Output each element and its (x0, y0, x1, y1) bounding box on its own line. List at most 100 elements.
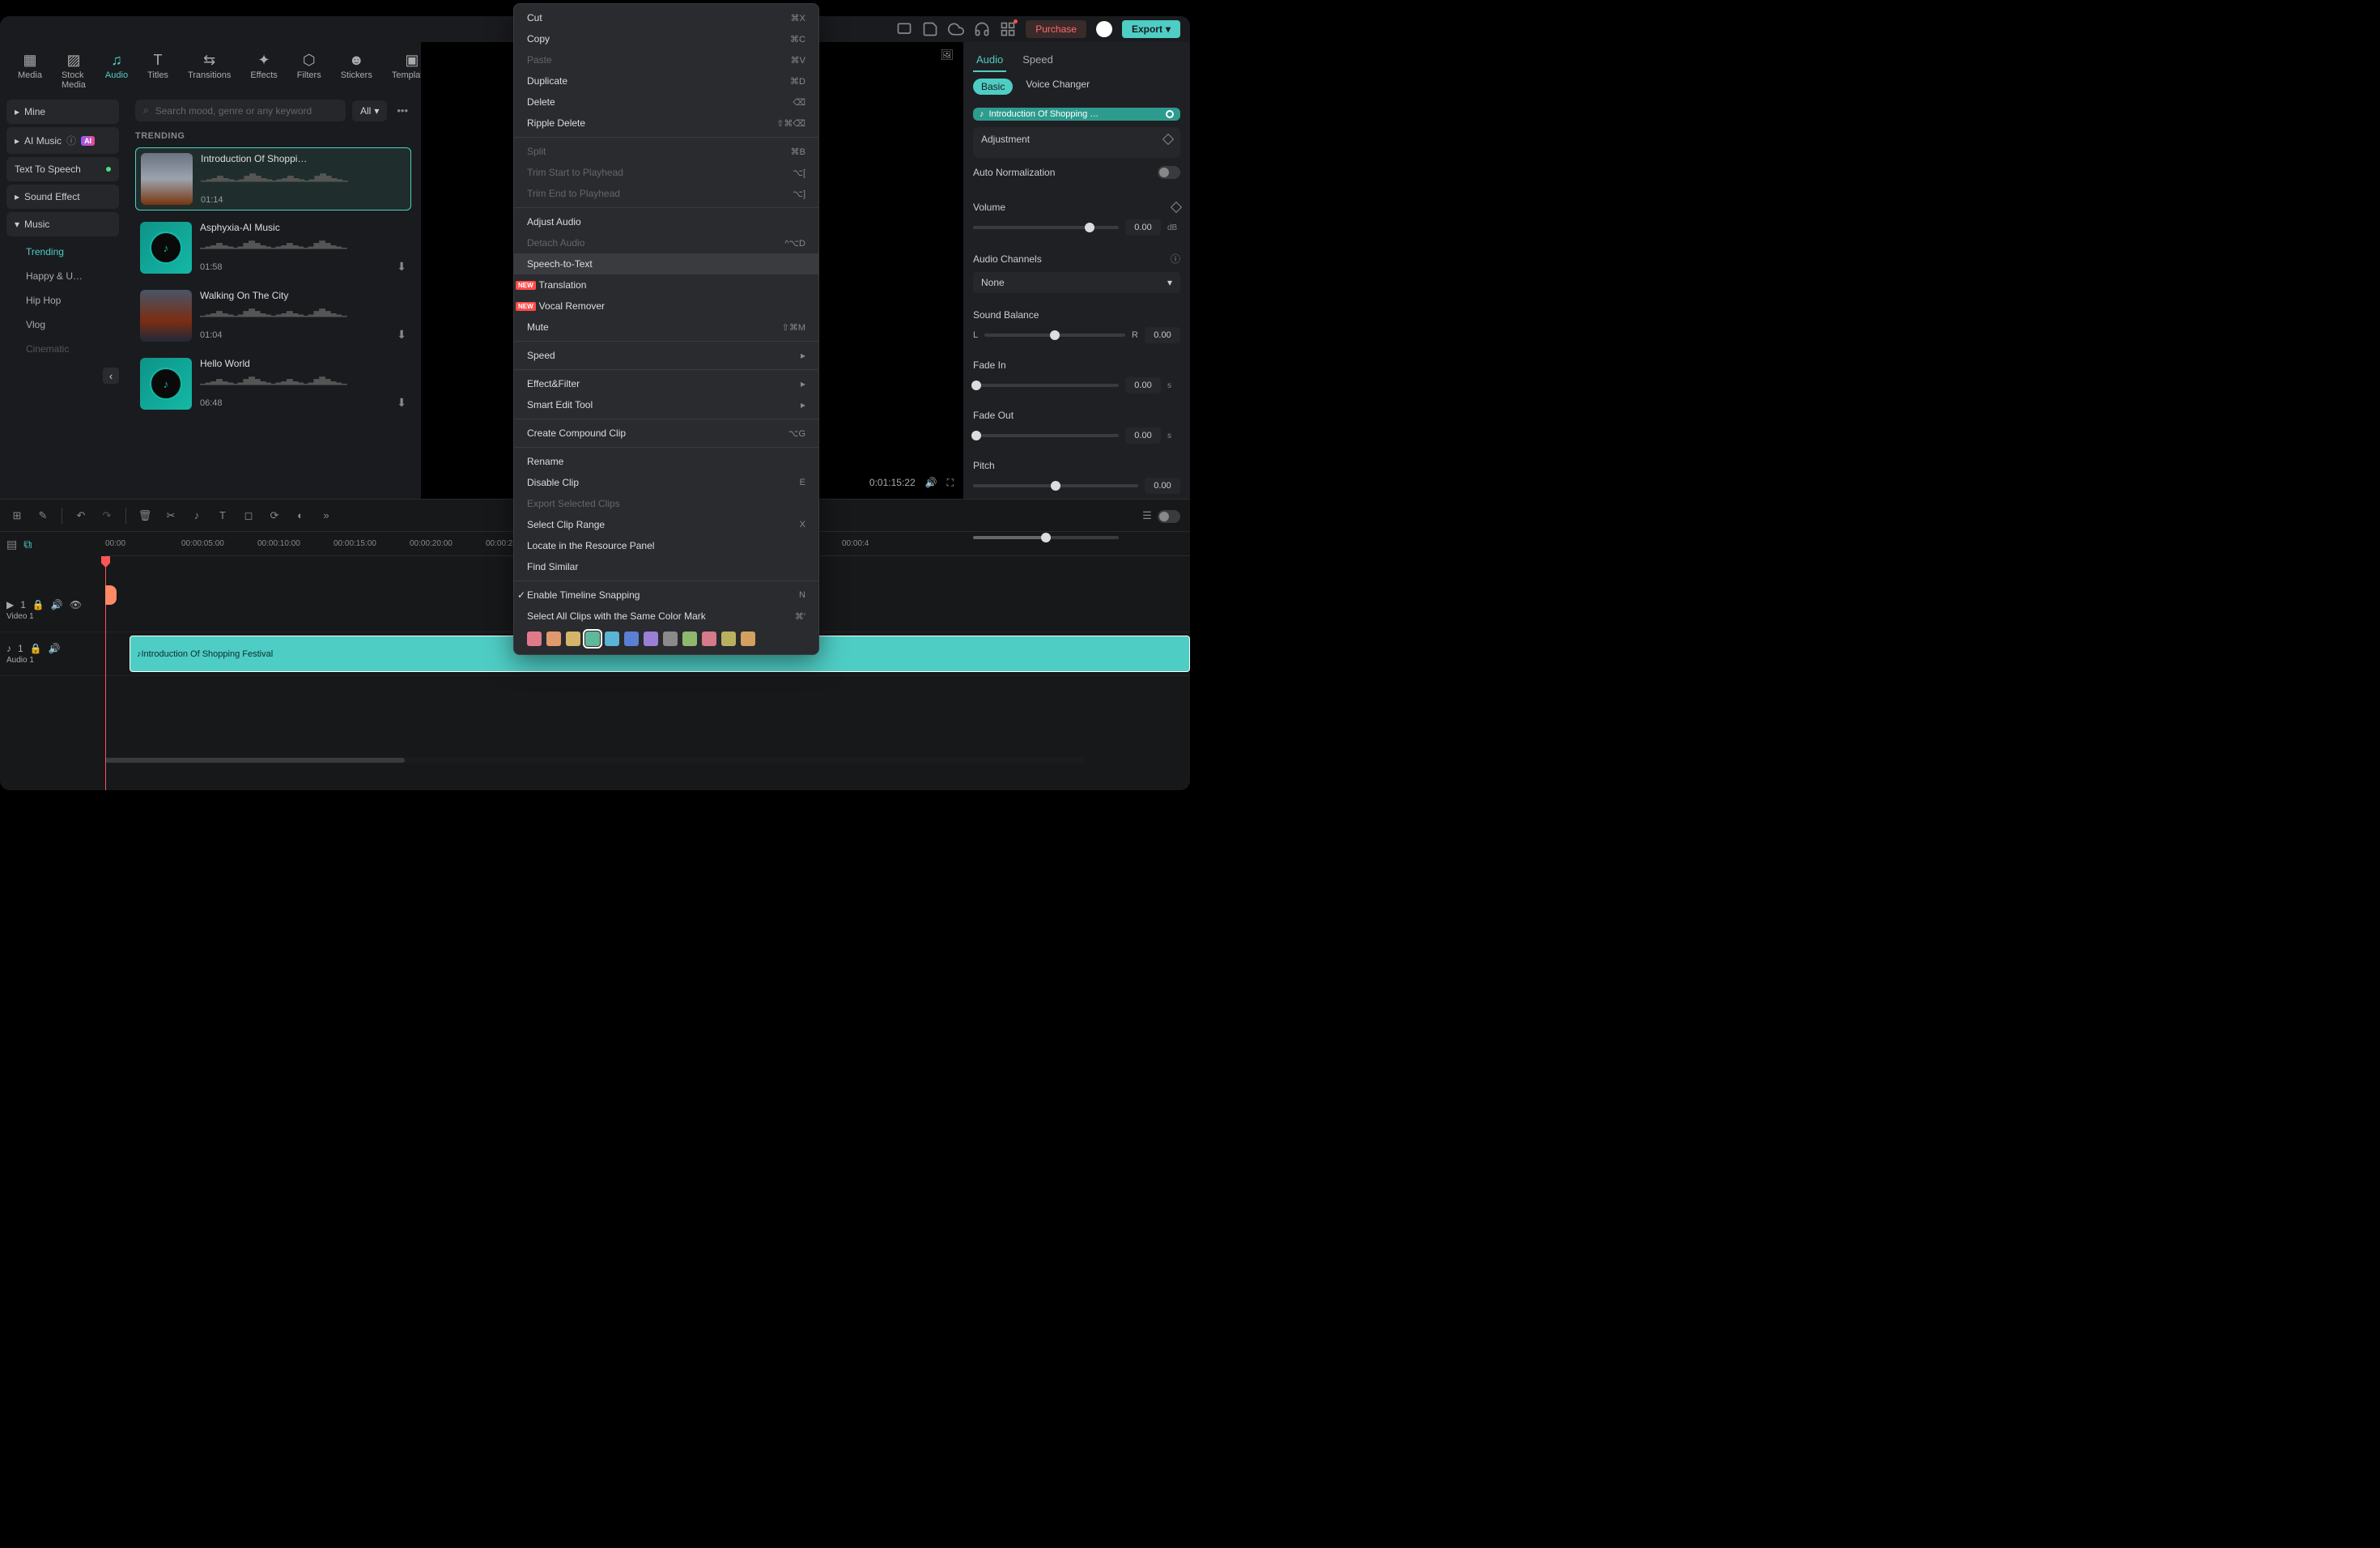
fadeout-value[interactable]: 0.00 (1125, 427, 1161, 444)
menu-duplicate[interactable]: Duplicate⌘D (514, 70, 818, 91)
menu-select-color[interactable]: Select All Clips with the Same Color Mar… (514, 606, 818, 627)
inspector-tab-audio[interactable]: Audio (973, 49, 1006, 72)
menu-locate[interactable]: Locate in the Resource Panel (514, 535, 818, 556)
purchase-button[interactable]: Purchase (1026, 20, 1086, 38)
color-swatch[interactable] (702, 632, 716, 646)
eye-icon[interactable]: 👁 (70, 599, 82, 610)
tab-stickers[interactable]: ☻Stickers (333, 49, 380, 93)
speed-icon[interactable]: ⟳ (267, 508, 282, 523)
color-swatch[interactable] (721, 632, 736, 646)
tab-transitions[interactable]: ⇆Transitions (180, 49, 239, 93)
crop-icon[interactable]: ◻ (241, 508, 256, 523)
cloud-icon[interactable] (948, 21, 964, 37)
menu-ai-vocal[interactable]: NEWAI Vocal Remover (514, 296, 818, 317)
download-icon[interactable]: ⬇ (397, 396, 406, 410)
menu-rename[interactable]: Rename (514, 451, 818, 472)
subtab-voice-changer[interactable]: Voice Changer (1026, 79, 1090, 95)
volume-slider[interactable] (973, 226, 1119, 229)
playhead-handle[interactable] (105, 585, 117, 605)
help-icon[interactable]: ⓘ (1171, 252, 1180, 266)
color-swatch[interactable] (741, 632, 755, 646)
menu-copy[interactable]: Copy⌘C (514, 28, 818, 49)
collapse-sidebar-button[interactable]: ‹ (103, 368, 119, 384)
volume-icon[interactable]: 🔊 (925, 477, 937, 488)
handle-icon[interactable] (1166, 110, 1174, 118)
layers-icon[interactable]: ▤ (6, 538, 17, 551)
delete-icon[interactable]: 🗑 (138, 508, 152, 523)
ducking-toggle[interactable] (1158, 510, 1180, 523)
menu-select-range[interactable]: Select Clip RangeX (514, 514, 818, 535)
pitch-value[interactable]: 0.00 (1145, 478, 1180, 494)
menu-disable-clip[interactable]: Disable ClipE (514, 472, 818, 493)
sidebar-sub-vlog[interactable]: Vlog (6, 313, 119, 337)
color-icon[interactable]: ◐ (293, 508, 308, 523)
balance-value[interactable]: 0.00 (1145, 327, 1180, 343)
cursor-tool-icon[interactable]: ✎ (36, 508, 50, 523)
volume-value[interactable]: 0.00 (1125, 219, 1161, 236)
tab-effects[interactable]: ✦Effects (242, 49, 285, 93)
color-swatch[interactable] (624, 632, 639, 646)
sidebar-sub-happy[interactable]: Happy & U… (6, 264, 119, 288)
save-icon[interactable] (922, 21, 938, 37)
menu-compound[interactable]: Create Compound Clip⌥G (514, 423, 818, 444)
sidebar-mine[interactable]: ▸Mine (6, 100, 119, 124)
lock-icon[interactable]: 🔒 (32, 599, 45, 610)
menu-ai-translation[interactable]: NEWAI Translation (514, 274, 818, 296)
sidebar-music[interactable]: ▾Music (6, 212, 119, 236)
color-swatch[interactable] (644, 632, 658, 646)
download-icon[interactable]: ⬇ (397, 328, 406, 342)
track-item[interactable]: Introduction Of Shoppi… ▁▂▃▅▃▂▁▂▅▇▅▃▂▁▂▃… (135, 147, 411, 211)
balance-slider[interactable] (984, 334, 1125, 337)
track-item[interactable]: ♪ Hello World ▁▂▃▅▃▂▁▂▅▇▅▃▂▁▂▃▅▃▂▁▂▅▇▅▃▂… (135, 353, 411, 415)
pitch-slider[interactable] (973, 484, 1138, 487)
sidebar-tts[interactable]: Text To Speech (6, 157, 119, 181)
color-swatch[interactable] (605, 632, 619, 646)
inspector-tab-speed[interactable]: Speed (1019, 49, 1056, 72)
channels-select[interactable]: None▾ (973, 272, 1180, 293)
menu-adjust-audio[interactable]: Adjust Audio (514, 211, 818, 232)
sidebar-ai-music[interactable]: ▸AI MusicⓘAI (6, 127, 119, 154)
image-icon[interactable]: 🖼 (940, 49, 954, 62)
fadein-value[interactable]: 0.00 (1125, 377, 1161, 393)
lock-icon[interactable]: 🔒 (30, 643, 42, 654)
text-tool-icon[interactable]: T (215, 508, 230, 523)
download-icon[interactable]: ⬇ (397, 260, 406, 274)
undo-icon[interactable]: ↶ (74, 508, 88, 523)
mute-icon[interactable]: 🔊 (49, 643, 61, 654)
filter-dropdown[interactable]: All▾ (352, 100, 387, 121)
tab-stock-media[interactable]: ▨Stock Media (53, 49, 94, 93)
fadeout-slider[interactable] (973, 434, 1119, 437)
menu-speech-to-text[interactable]: Speech-to-Text (514, 253, 818, 274)
sidebar-sub-trending[interactable]: Trending (6, 240, 119, 264)
fadein-slider[interactable] (973, 384, 1119, 387)
menu-enable-snap[interactable]: ✓Enable Timeline SnappingN (514, 585, 818, 606)
layout-icon[interactable] (896, 21, 912, 37)
redo-icon[interactable]: ↷ (100, 508, 114, 523)
grid-tool-icon[interactable]: ⊞ (10, 508, 24, 523)
search-input[interactable]: ⌕Search mood, genre or any keyword (135, 100, 346, 121)
tab-filters[interactable]: ⬡Filters (289, 49, 329, 93)
sidebar-sound-effect[interactable]: ▸Sound Effect (6, 185, 119, 209)
avatar[interactable] (1096, 21, 1112, 37)
link-icon[interactable]: ⧉ (23, 538, 32, 551)
more-button[interactable]: ••• (393, 104, 411, 117)
headphones-icon[interactable] (974, 21, 990, 37)
menu-smart-edit[interactable]: Smart Edit Tool▸ (514, 394, 818, 415)
color-swatch[interactable] (527, 632, 542, 646)
menu-speed[interactable]: Speed▸ (514, 345, 818, 366)
menu-cut[interactable]: Cut⌘X (514, 7, 818, 28)
mute-icon[interactable]: 🔊 (51, 599, 63, 610)
tab-media[interactable]: ▦Media (10, 49, 50, 93)
color-swatch[interactable] (546, 632, 561, 646)
track-item[interactable]: ♪ Asphyxia-AI Music ▁▂▃▅▃▂▁▂▅▇▅▃▂▁▂▃▅▃▂▁… (135, 217, 411, 279)
track-item[interactable]: Walking On The City ▁▂▃▅▃▂▁▂▅▇▅▃▂▁▂▃▅▃▂▁… (135, 285, 411, 347)
menu-find-similar[interactable]: Find Similar (514, 556, 818, 577)
menu-effect-filter[interactable]: Effect&Filter▸ (514, 373, 818, 394)
tab-audio[interactable]: ♫Audio (97, 49, 136, 93)
list-view-icon[interactable]: ☰ (1140, 508, 1154, 523)
color-swatch[interactable] (682, 632, 697, 646)
auto-norm-toggle[interactable] (1158, 166, 1180, 179)
horizontal-scrollbar[interactable] (105, 757, 1085, 763)
sidebar-sub-cinematic[interactable]: Cinematic (6, 337, 119, 361)
audio-edit-icon[interactable]: ♪ (189, 508, 204, 523)
